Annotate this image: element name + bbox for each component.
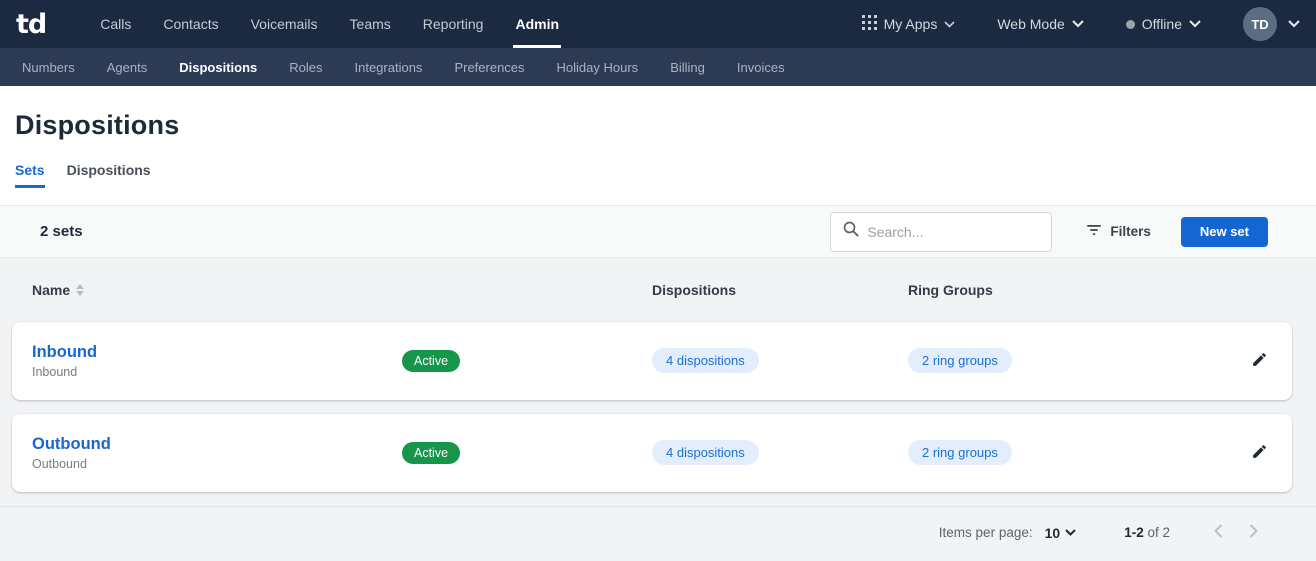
set-name-link[interactable]: Outbound: [32, 435, 111, 454]
user-avatar: TD: [1243, 7, 1277, 41]
items-per-page-label: Items per page:: [938, 525, 1033, 540]
top-app-bar: td Calls Contacts Voicemails Teams Repor…: [0, 0, 1316, 48]
nav-item-teams[interactable]: Teams: [334, 0, 407, 48]
filters-label: Filters: [1110, 224, 1151, 239]
pencil-icon: [1251, 351, 1268, 371]
set-description: Outbound: [32, 457, 87, 471]
subnav-item-invoices[interactable]: Invoices: [737, 60, 785, 75]
status-badge: Active: [402, 350, 461, 372]
subnav-item-billing[interactable]: Billing: [670, 60, 705, 75]
items-per-page-select[interactable]: 10: [1045, 525, 1077, 541]
nav-item-calls[interactable]: Calls: [84, 0, 147, 48]
page-total-label: of 2: [1147, 525, 1170, 540]
set-name-cell: Inbound Inbound: [32, 343, 402, 379]
chevron-down-icon: [1288, 20, 1300, 28]
talkdesk-logo[interactable]: td: [16, 0, 47, 48]
dispositions-count-chip: 4 dispositions: [652, 348, 759, 373]
web-mode-selector[interactable]: Web Mode: [997, 16, 1084, 32]
table-header-row: Name Dispositions Ring Groups: [12, 258, 1292, 322]
presence-label: Offline: [1141, 16, 1182, 32]
column-header-dispositions: Dispositions: [652, 282, 737, 298]
search-icon: [843, 221, 859, 242]
subnav-item-numbers[interactable]: Numbers: [22, 60, 75, 75]
subnav-item-agents[interactable]: Agents: [107, 60, 147, 75]
status-badge: Active: [402, 442, 461, 464]
chevron-down-icon: [944, 20, 955, 28]
tab-dispositions[interactable]: Dispositions: [67, 162, 151, 188]
name-header-label: Name: [32, 282, 71, 298]
offline-status-dot-icon: [1125, 19, 1135, 29]
page-header: Dispositions Sets Dispositions: [0, 86, 1316, 206]
search-box: [830, 211, 1053, 252]
table-row: Outbound Outbound Active 4 dispositions …: [12, 414, 1292, 492]
nav-item-voicemails[interactable]: Voicemails: [235, 0, 334, 48]
user-account-menu[interactable]: TD: [1243, 7, 1300, 41]
column-header-ring-groups: Ring Groups: [908, 282, 993, 298]
subnav-item-holiday-hours[interactable]: Holiday Hours: [557, 60, 639, 75]
column-header-name[interactable]: Name: [32, 282, 402, 298]
previous-page-button[interactable]: [1212, 522, 1225, 543]
page-range-label: 1-2 of 2: [1124, 525, 1170, 540]
set-name-link[interactable]: Inbound: [32, 343, 97, 362]
toolbar-actions: Filters New set: [830, 211, 1268, 252]
nav-item-reporting[interactable]: Reporting: [407, 0, 500, 48]
subnav-item-integrations[interactable]: Integrations: [355, 60, 423, 75]
primary-nav: Calls Contacts Voicemails Teams Reportin…: [84, 0, 575, 48]
edit-button[interactable]: [1247, 347, 1272, 375]
filters-button[interactable]: Filters: [1086, 223, 1151, 240]
my-apps-menu[interactable]: My Apps: [861, 15, 956, 33]
presence-selector[interactable]: Offline: [1125, 16, 1201, 32]
set-description: Inbound: [32, 365, 78, 379]
chevron-down-icon: [1065, 529, 1076, 536]
topbar-right-controls: My Apps Web Mode Offline TD: [861, 0, 1300, 48]
pencil-icon: [1251, 443, 1268, 463]
set-name-cell: Outbound Outbound: [32, 435, 402, 471]
subnav-item-preferences[interactable]: Preferences: [454, 60, 524, 75]
tab-sets[interactable]: Sets: [15, 162, 45, 188]
page-title: Dispositions: [15, 110, 180, 140]
filter-list-icon: [1086, 223, 1102, 240]
edit-button[interactable]: [1247, 439, 1272, 467]
admin-sub-nav: Numbers Agents Dispositions Roles Integr…: [0, 48, 1316, 86]
subnav-item-roles[interactable]: Roles: [289, 60, 322, 75]
search-input[interactable]: [867, 223, 1042, 240]
pagination-bar: Items per page: 10 1-2 of 2: [0, 506, 1316, 558]
chevron-right-icon: [1249, 524, 1258, 541]
nav-item-contacts[interactable]: Contacts: [147, 0, 234, 48]
dispositions-count-chip: 4 dispositions: [652, 440, 759, 465]
apps-grid-icon: [861, 15, 877, 33]
ring-groups-count-chip: 2 ring groups: [908, 348, 1012, 373]
items-per-page-value: 10: [1044, 524, 1061, 541]
chevron-down-icon: [1189, 20, 1201, 28]
page-tabs: Sets Dispositions: [15, 162, 1300, 188]
ring-groups-count-chip: 2 ring groups: [908, 440, 1012, 465]
sets-count-label: 2 sets: [40, 223, 83, 240]
new-set-button[interactable]: New set: [1180, 216, 1268, 247]
main-content: 2 sets Filters New set Name Disposition: [0, 206, 1316, 561]
page-range-value: 1-2: [1124, 525, 1144, 540]
list-toolbar: 2 sets Filters New set: [0, 206, 1316, 258]
chevron-left-icon: [1214, 524, 1223, 541]
sort-icon: [76, 284, 85, 296]
nav-item-admin[interactable]: Admin: [499, 0, 575, 48]
my-apps-label: My Apps: [883, 16, 938, 32]
chevron-down-icon: [1072, 20, 1084, 28]
next-page-button[interactable]: [1247, 522, 1260, 543]
table-row: Inbound Inbound Active 4 dispositions 2 …: [12, 322, 1292, 400]
web-mode-label: Web Mode: [997, 16, 1065, 32]
subnav-item-dispositions[interactable]: Dispositions: [179, 60, 257, 75]
